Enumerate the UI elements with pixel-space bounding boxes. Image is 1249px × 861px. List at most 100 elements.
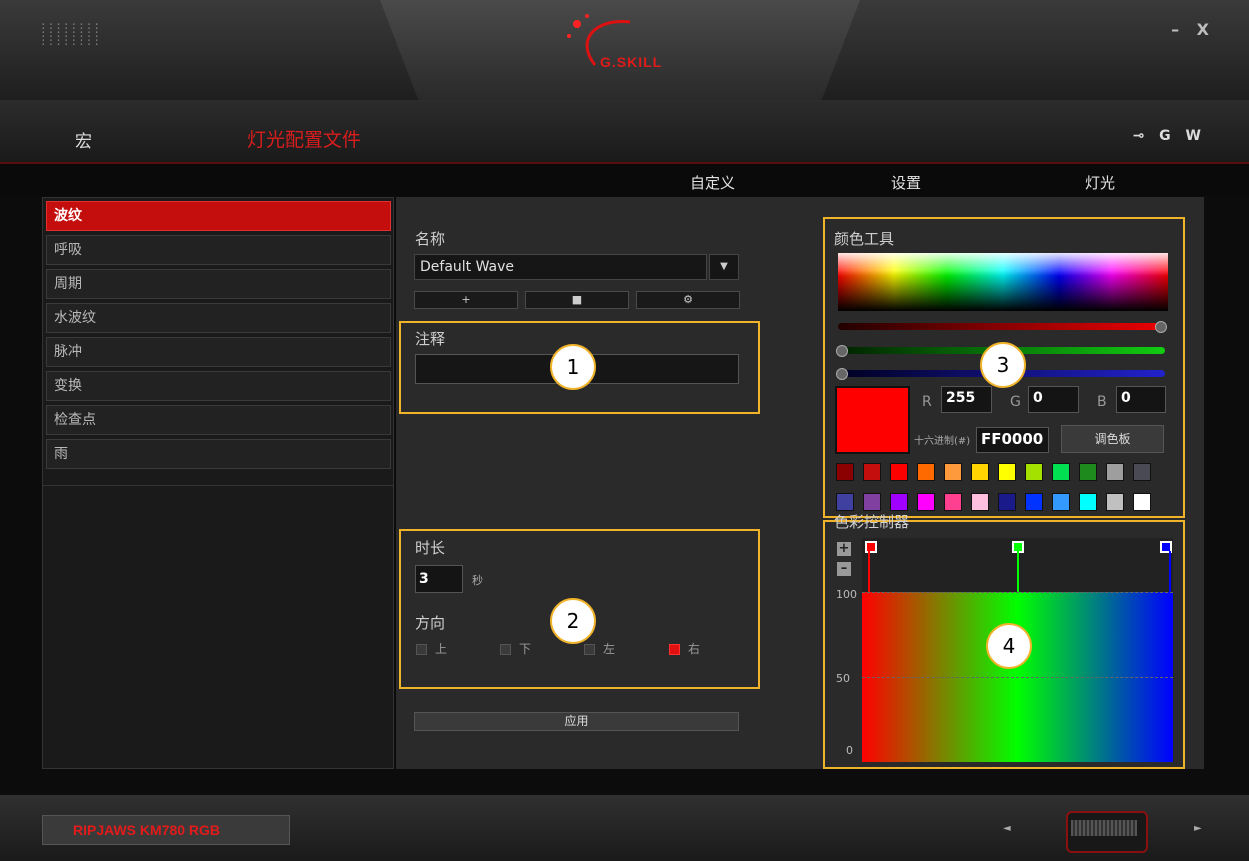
color-spectrum-picker[interactable] [838, 253, 1168, 311]
effect-item[interactable]: 检查点 [46, 405, 391, 435]
link-icon[interactable]: ⊸ [1133, 128, 1145, 144]
name-label: 名称 [415, 230, 446, 248]
w-button[interactable]: W [1186, 128, 1201, 144]
color-swatch[interactable] [1106, 463, 1124, 481]
note-label: 注释 [415, 330, 446, 348]
color-swatch[interactable] [863, 493, 881, 511]
close-button[interactable]: X [1197, 20, 1209, 39]
slider-handle[interactable] [836, 345, 848, 357]
color-swatch[interactable] [1079, 493, 1097, 511]
color-swatch[interactable] [890, 463, 908, 481]
red-slider[interactable] [838, 321, 1167, 333]
effect-list: 波纹 呼吸 周期 水波纹 脉冲 变换 检查点 雨 [46, 201, 391, 473]
profile-name-select[interactable]: Default Wave [414, 254, 707, 280]
g-button[interactable]: G [1159, 128, 1171, 144]
remove-stop-button[interactable]: – [837, 562, 851, 576]
b-input[interactable]: 0 [1116, 386, 1166, 413]
color-swatch[interactable] [944, 463, 962, 481]
nav-bar [0, 100, 1249, 164]
color-swatch[interactable] [1025, 463, 1043, 481]
gradient-stop-red[interactable] [865, 541, 877, 553]
delete-button[interactable]: ■ [525, 291, 629, 309]
color-swatch[interactable] [1133, 493, 1151, 511]
color-swatch[interactable] [1052, 493, 1070, 511]
y-label-50: 50 [836, 672, 850, 685]
gear-button[interactable]: ⚙ [636, 291, 740, 309]
effect-item[interactable]: 雨 [46, 439, 391, 469]
checkbox-checked[interactable] [669, 644, 680, 655]
color-swatch[interactable] [971, 493, 989, 511]
g-input[interactable]: 0 [1028, 386, 1079, 413]
effect-item[interactable]: 周期 [46, 269, 391, 299]
color-swatch[interactable] [998, 463, 1016, 481]
minimize-button[interactable]: – [1171, 20, 1179, 39]
keyboard-keys [1071, 820, 1137, 836]
color-swatch[interactable] [1025, 493, 1043, 511]
tab-settings[interactable]: 设置 [891, 172, 921, 193]
tab-bar [0, 164, 1249, 196]
slider-handle[interactable] [836, 368, 848, 380]
chevron-down-icon[interactable]: ▼ [709, 254, 739, 280]
device-name[interactable]: RIPJAWS KM780 RGB [42, 815, 290, 845]
list-divider [42, 485, 394, 486]
gradient-stop-blue-line [1169, 551, 1171, 592]
color-swatch[interactable] [944, 493, 962, 511]
color-swatch[interactable] [890, 493, 908, 511]
hex-input[interactable]: FF0000 [976, 427, 1049, 453]
slider-handle[interactable] [1155, 321, 1167, 333]
color-controller-label: 色彩控制器 [834, 513, 910, 531]
effect-item[interactable]: 水波纹 [46, 303, 391, 333]
color-tool-label: 颜色工具 [834, 230, 895, 248]
color-swatch[interactable] [836, 493, 854, 511]
nav-icons: ⊸ G W [1123, 128, 1201, 144]
callout-badge-1: 1 [550, 344, 596, 390]
color-swatch[interactable] [917, 493, 935, 511]
checkbox[interactable] [584, 644, 595, 655]
direction-right-label: 右 [688, 642, 701, 656]
color-swatch[interactable] [1052, 463, 1070, 481]
add-stop-button[interactable]: + [837, 542, 851, 556]
color-swatch[interactable] [1106, 493, 1124, 511]
effect-item[interactable]: 呼吸 [46, 235, 391, 265]
palette-button[interactable]: 调色板 [1061, 425, 1164, 453]
callout-badge-3: 3 [980, 342, 1026, 388]
effect-item[interactable]: 脉冲 [46, 337, 391, 367]
direction-right[interactable]: 右 [669, 640, 700, 657]
color-swatch[interactable] [998, 493, 1016, 511]
direction-label: 方向 [415, 614, 446, 632]
nav-macro[interactable]: 宏 [75, 127, 92, 152]
add-button[interactable]: + [414, 291, 518, 309]
tab-custom[interactable]: 自定义 [690, 172, 735, 193]
duration-input[interactable]: 3 [415, 565, 463, 593]
effect-item[interactable]: 波纹 [46, 201, 391, 231]
y-label-0: 0 [846, 744, 853, 757]
color-swatch[interactable] [917, 463, 935, 481]
color-swatch[interactable] [863, 463, 881, 481]
color-swatch[interactable] [971, 463, 989, 481]
gradient-stop-green-line [1017, 551, 1019, 592]
color-swatch[interactable] [1079, 463, 1097, 481]
y-label-100: 100 [836, 588, 857, 601]
b-label: B [1097, 394, 1107, 410]
checkbox[interactable] [500, 644, 511, 655]
next-device-icon[interactable]: ► [1194, 823, 1202, 834]
callout-badge-2: 2 [550, 598, 596, 644]
tab-lighting[interactable]: 灯光 [1085, 172, 1115, 193]
apply-button[interactable]: 应用 [414, 712, 739, 731]
checkbox[interactable] [416, 644, 427, 655]
effect-item[interactable]: 变换 [46, 371, 391, 401]
gridline-50 [862, 677, 1173, 678]
gradient-stop-red-line [868, 551, 870, 592]
direction-up[interactable]: 上 [416, 640, 447, 657]
r-input[interactable]: 255 [941, 386, 992, 413]
direction-down[interactable]: 下 [500, 640, 531, 657]
duration-unit: 秒 [472, 574, 483, 587]
nav-lighting-profile[interactable]: 灯光配置文件 [247, 125, 361, 152]
direction-left[interactable]: 左 [584, 640, 615, 657]
grid-logo-icon: :::::::: :::::::: :::::::: [40, 19, 101, 48]
color-swatch[interactable] [1133, 463, 1151, 481]
window-controls: – X [1159, 20, 1209, 39]
previous-device-icon[interactable]: ◄ [1003, 823, 1011, 834]
color-swatch[interactable] [836, 463, 854, 481]
gridline-100 [862, 592, 1173, 593]
